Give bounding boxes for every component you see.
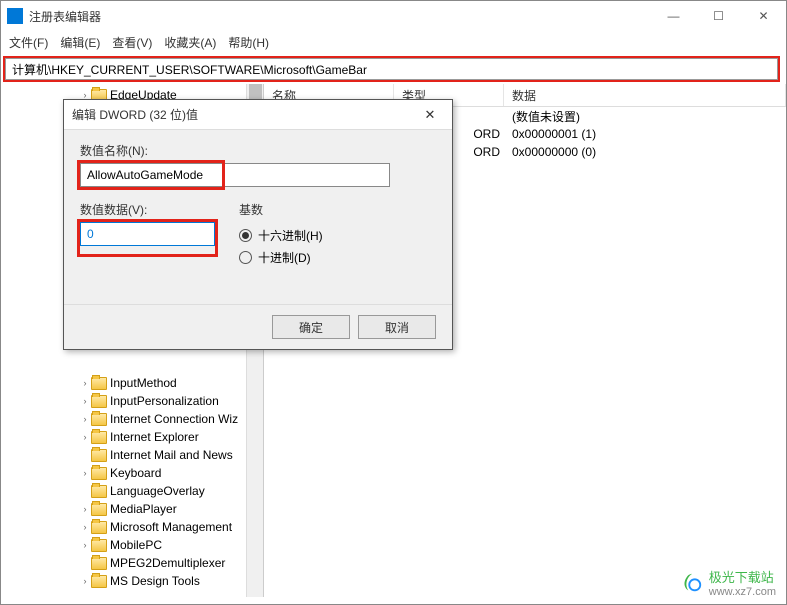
chevron-right-icon[interactable]: ›	[79, 432, 91, 442]
tree-node[interactable]: › MS Design Tools	[1, 572, 263, 590]
close-button[interactable]: ✕	[741, 1, 786, 31]
cell-data: (数值未设置)	[504, 108, 786, 125]
tree-label: Internet Explorer	[110, 430, 199, 444]
cell-data: 0x00000001 (1)	[504, 127, 786, 141]
edit-dword-dialog: 编辑 DWORD (32 位)值 ✕ 数值名称(N): 数值数据(V): 基数 …	[63, 99, 453, 350]
app-icon	[7, 8, 23, 24]
radio-hex[interactable]	[239, 229, 252, 242]
watermark-icon	[681, 572, 703, 594]
tree-label: Keyboard	[110, 466, 161, 480]
folder-icon	[91, 431, 107, 444]
radio-dec[interactable]	[239, 251, 252, 264]
menu-file[interactable]: 文件(F)	[9, 34, 48, 51]
dialog-titlebar: 编辑 DWORD (32 位)值 ✕	[64, 100, 452, 130]
dialog-title: 编辑 DWORD (32 位)值	[72, 106, 416, 123]
folder-icon	[91, 557, 107, 570]
menu-edit[interactable]: 编辑(E)	[60, 34, 100, 51]
ok-button[interactable]: 确定	[272, 315, 350, 339]
folder-icon	[91, 503, 107, 516]
dialog-buttons: 确定 取消	[64, 304, 452, 349]
chevron-right-icon[interactable]: ›	[79, 504, 91, 514]
tree-node[interactable]: MPEG2Demultiplexer	[1, 554, 263, 572]
folder-icon	[91, 377, 107, 390]
address-bar[interactable]: 计算机\HKEY_CURRENT_USER\SOFTWARE\Microsoft…	[5, 58, 778, 80]
col-data-header[interactable]: 数据	[504, 84, 786, 106]
folder-icon	[91, 575, 107, 588]
address-text: 计算机\HKEY_CURRENT_USER\SOFTWARE\Microsoft…	[12, 61, 367, 78]
folder-icon	[91, 395, 107, 408]
tree-label: InputMethod	[110, 376, 177, 390]
tree-label: MobilePC	[110, 538, 162, 552]
cell-data: 0x00000000 (0)	[504, 145, 786, 159]
chevron-right-icon[interactable]: ›	[79, 396, 91, 406]
cancel-button[interactable]: 取消	[358, 315, 436, 339]
tree-label: Internet Mail and News	[110, 448, 233, 462]
name-label: 数值名称(N):	[80, 142, 436, 159]
tree-node[interactable]: Internet Mail and News	[1, 446, 263, 464]
tree-label: Internet Connection Wiz	[110, 412, 238, 426]
radio-hex-row[interactable]: 十六进制(H)	[239, 224, 323, 246]
tree-node[interactable]: › InputPersonalization	[1, 392, 263, 410]
watermark: 极光下载站 www.xz7.com	[681, 567, 776, 598]
chevron-right-icon[interactable]: ›	[79, 576, 91, 586]
tree-label: MPEG2Demultiplexer	[110, 556, 225, 570]
value-name-input[interactable]	[80, 163, 390, 187]
menubar: 文件(F) 编辑(E) 查看(V) 收藏夹(A) 帮助(H)	[1, 31, 786, 53]
radio-dec-label: 十进制(D)	[258, 249, 311, 266]
tree-label: InputPersonalization	[110, 394, 219, 408]
titlebar: 注册表编辑器 — ☐ ✕	[1, 1, 786, 31]
tree-node[interactable]: › Keyboard	[1, 464, 263, 482]
tree-node[interactable]: › Internet Connection Wiz	[1, 410, 263, 428]
menu-view[interactable]: 查看(V)	[112, 34, 152, 51]
minimize-button[interactable]: —	[651, 1, 696, 31]
watermark-text: 极光下载站	[709, 567, 776, 586]
value-label: 数值数据(V):	[80, 201, 215, 218]
chevron-right-icon[interactable]: ›	[79, 414, 91, 424]
chevron-right-icon[interactable]: ›	[79, 522, 91, 532]
dialog-close-button[interactable]: ✕	[416, 107, 444, 123]
tree-node[interactable]: › InputMethod	[1, 374, 263, 392]
value-data-input[interactable]	[80, 222, 215, 246]
window-title: 注册表编辑器	[29, 8, 651, 25]
menu-favorites[interactable]: 收藏夹(A)	[164, 34, 216, 51]
tree-node[interactable]: › Internet Explorer	[1, 428, 263, 446]
folder-icon	[91, 467, 107, 480]
tree-node[interactable]: LanguageOverlay	[1, 482, 263, 500]
tree-node[interactable]: › MediaPlayer	[1, 500, 263, 518]
folder-icon	[91, 413, 107, 426]
radio-hex-label: 十六进制(H)	[258, 227, 323, 244]
window-controls: — ☐ ✕	[651, 1, 786, 31]
folder-icon	[91, 485, 107, 498]
base-label: 基数	[239, 201, 323, 218]
address-highlight: 计算机\HKEY_CURRENT_USER\SOFTWARE\Microsoft…	[3, 56, 780, 82]
chevron-right-icon[interactable]: ›	[79, 540, 91, 550]
tree-label: MS Design Tools	[110, 574, 200, 588]
watermark-url: www.xz7.com	[709, 586, 776, 598]
chevron-right-icon[interactable]: ›	[79, 378, 91, 388]
folder-icon	[91, 521, 107, 534]
folder-icon	[91, 539, 107, 552]
maximize-button[interactable]: ☐	[696, 1, 741, 31]
chevron-right-icon[interactable]: ›	[79, 468, 91, 478]
tree-node[interactable]: › Microsoft Management	[1, 518, 263, 536]
tree-node[interactable]: › MobilePC	[1, 536, 263, 554]
radio-dec-row[interactable]: 十进制(D)	[239, 246, 323, 268]
tree-label: MediaPlayer	[110, 502, 177, 516]
tree-label: Microsoft Management	[110, 520, 232, 534]
folder-icon	[91, 449, 107, 462]
dialog-body: 数值名称(N): 数值数据(V): 基数 十六进制(H)	[64, 130, 452, 280]
menu-help[interactable]: 帮助(H)	[228, 34, 269, 51]
tree-label: LanguageOverlay	[110, 484, 205, 498]
base-radio-group: 基数 十六进制(H) 十进制(D)	[239, 201, 323, 268]
